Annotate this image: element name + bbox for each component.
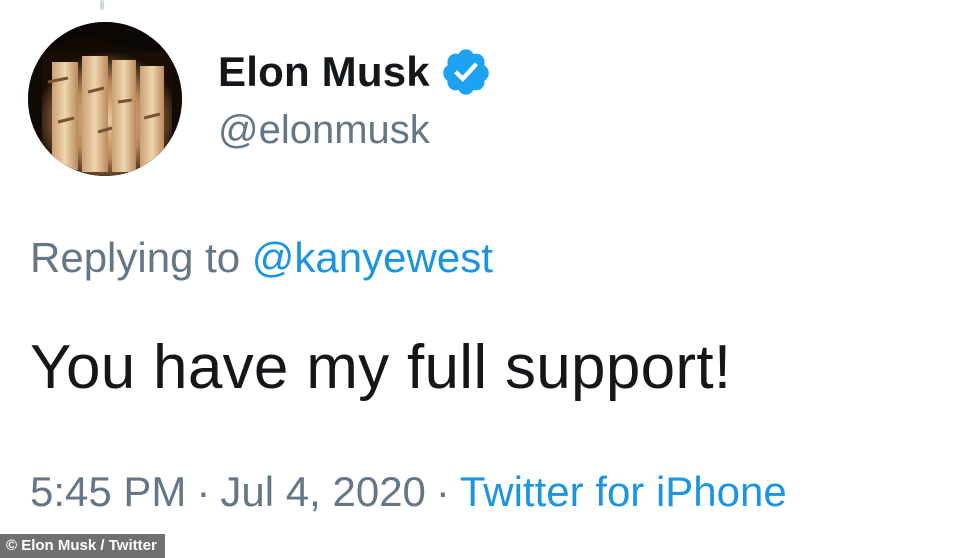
meta-separator: · (435, 468, 450, 515)
tweet-meta: 5:45 PM · Jul 4, 2020 · Twitter for iPhone (30, 468, 787, 516)
tweet-source-link[interactable]: Twitter for iPhone (460, 468, 787, 515)
tweet-date[interactable]: Jul 4, 2020 (220, 468, 426, 515)
image-credit: © Elon Musk / Twitter (0, 534, 165, 558)
verified-badge-icon (440, 46, 492, 98)
author-display-name[interactable]: Elon Musk (218, 48, 430, 96)
thread-line (100, 0, 104, 10)
meta-separator: · (196, 468, 211, 515)
author-name-row: Elon Musk (218, 44, 492, 100)
tweet-screenshot: Elon Musk @elonmusk Replying to @kanyewe… (0, 0, 980, 558)
replying-to-line: Replying to @kanyewest (30, 234, 493, 282)
avatar[interactable] (28, 22, 182, 176)
tweet-text: You have my full support! (30, 333, 732, 402)
burnt-wood-avatar-image (28, 22, 182, 176)
replying-to-label: Replying to (30, 234, 241, 281)
author-handle[interactable]: @elonmusk (218, 108, 430, 153)
reply-target-link[interactable]: @kanyewest (252, 234, 493, 281)
tweet-time[interactable]: 5:45 PM (30, 468, 186, 515)
